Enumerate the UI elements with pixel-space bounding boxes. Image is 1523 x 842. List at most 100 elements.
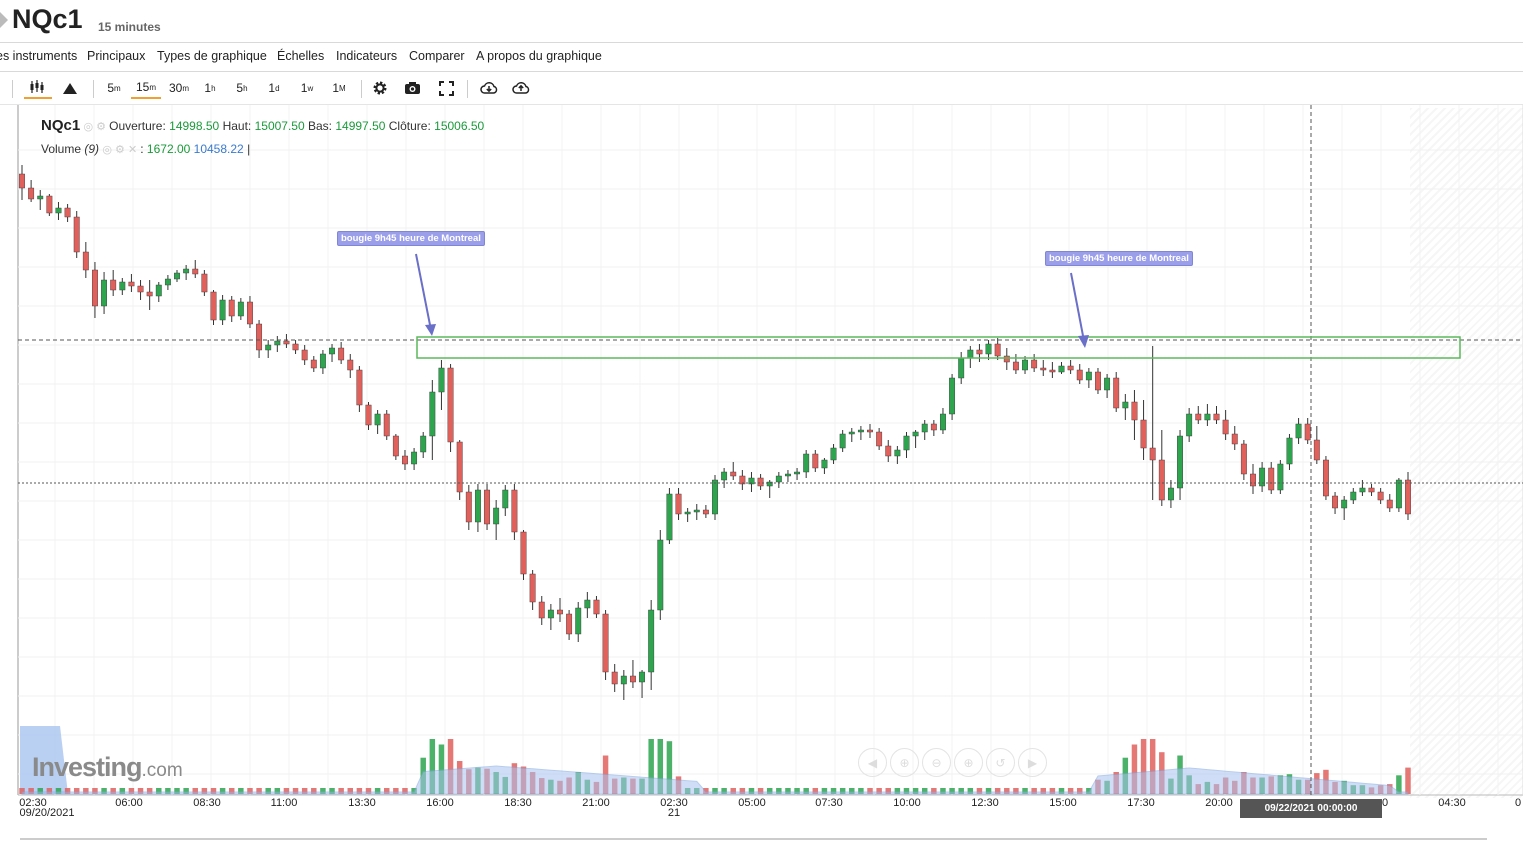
candle-body [930,423,937,431]
candle [429,380,436,460]
candle-body [511,489,518,533]
candle-body [247,301,253,325]
reset-zoom-icon[interactable]: ↺ [986,748,1015,777]
open-value: 14998.50 [169,119,220,133]
candle [520,530,527,580]
candle-body [921,423,928,433]
eye-icon[interactable]: ◎ ⚙ [84,121,110,133]
candle [110,270,117,296]
candle [511,484,518,540]
candle [119,278,126,295]
candle [1140,400,1147,460]
candle-body [1131,401,1138,421]
candle-body [639,671,645,683]
candle-body [1341,499,1348,509]
candle-body [757,477,764,487]
candle [1313,426,1320,464]
candle-body [994,343,1001,357]
candle [292,340,299,354]
candle-body [940,413,946,431]
candle-body [119,281,126,291]
candle [1195,406,1202,424]
zoom-out-icon[interactable]: ⊖ [922,748,951,777]
candle [101,272,108,314]
candle-body [1012,361,1019,371]
candle [465,485,472,530]
candle [256,320,263,358]
x-tick-label: 07:30 [815,797,843,809]
candle [575,602,582,642]
candle-body [411,451,418,465]
candle [566,610,573,640]
x-tick-label: 06:00 [115,797,143,809]
volume-settings-icon[interactable]: ◎ ⚙ ✕ [102,144,140,156]
candle [730,462,737,480]
x-tick-label: 08:30 [193,797,221,809]
candle [474,484,481,532]
candle [319,350,326,374]
candle [374,410,381,434]
candle-body [967,349,974,359]
candle [420,432,427,458]
candle [1368,484,1375,496]
candle [1095,368,1101,394]
candle [283,334,290,348]
candle [1058,362,1065,374]
candle-body [675,493,682,515]
candle [219,295,226,325]
candle [1222,410,1229,440]
candle-body [502,489,509,509]
candle [1076,364,1083,384]
candle-body [912,431,919,437]
zoom-in-icon[interactable]: ⊕ [890,748,919,777]
candle-body [73,216,80,253]
candle [821,458,828,474]
candle [1332,492,1338,514]
candle [1049,362,1056,378]
candle [1040,360,1047,376]
candle-body [593,599,600,615]
annotation-label[interactable]: bougie 9h45 heure de Montreal [337,231,485,246]
candle-body [730,471,737,477]
candle [684,508,691,522]
candle-body [894,449,901,457]
candle-body [1213,413,1220,421]
candle-body [949,377,956,415]
candle-body [1359,487,1366,493]
candle [1350,488,1357,504]
candle-body [857,429,864,433]
annotation-label[interactable]: bougie 9h45 heure de Montreal [1045,251,1193,266]
candle [1186,408,1193,442]
scroll-left-icon[interactable]: ◀ [858,748,887,777]
candle-body [1076,369,1083,381]
low-value: 14997.50 [335,119,386,133]
candle [447,364,454,452]
candle [356,366,363,412]
candle [538,596,545,625]
candle-body [812,453,819,469]
candle [1405,472,1411,520]
candle [1277,460,1284,494]
candle-body [648,609,655,673]
candle-body [538,601,545,619]
candle [1131,390,1138,440]
candle-body [657,539,664,611]
candle [301,345,308,365]
candle-body [1113,377,1120,409]
close-value: 15006.50 [434,119,485,133]
candle [174,270,180,282]
candle [930,420,937,436]
candle [164,275,171,290]
candle [1158,430,1165,506]
candle [329,344,335,362]
zoom-in-icon[interactable]: ⊕ [954,748,983,777]
candle [785,470,791,482]
candle-body [1122,401,1129,409]
candle [867,424,873,438]
candle [994,338,1001,360]
candle-body [383,413,390,437]
scroll-right-icon[interactable]: ▶ [1018,748,1047,777]
candle [1177,430,1183,500]
volume-value: 1672.00 [146,142,191,156]
annotation-arrowhead [425,324,436,336]
